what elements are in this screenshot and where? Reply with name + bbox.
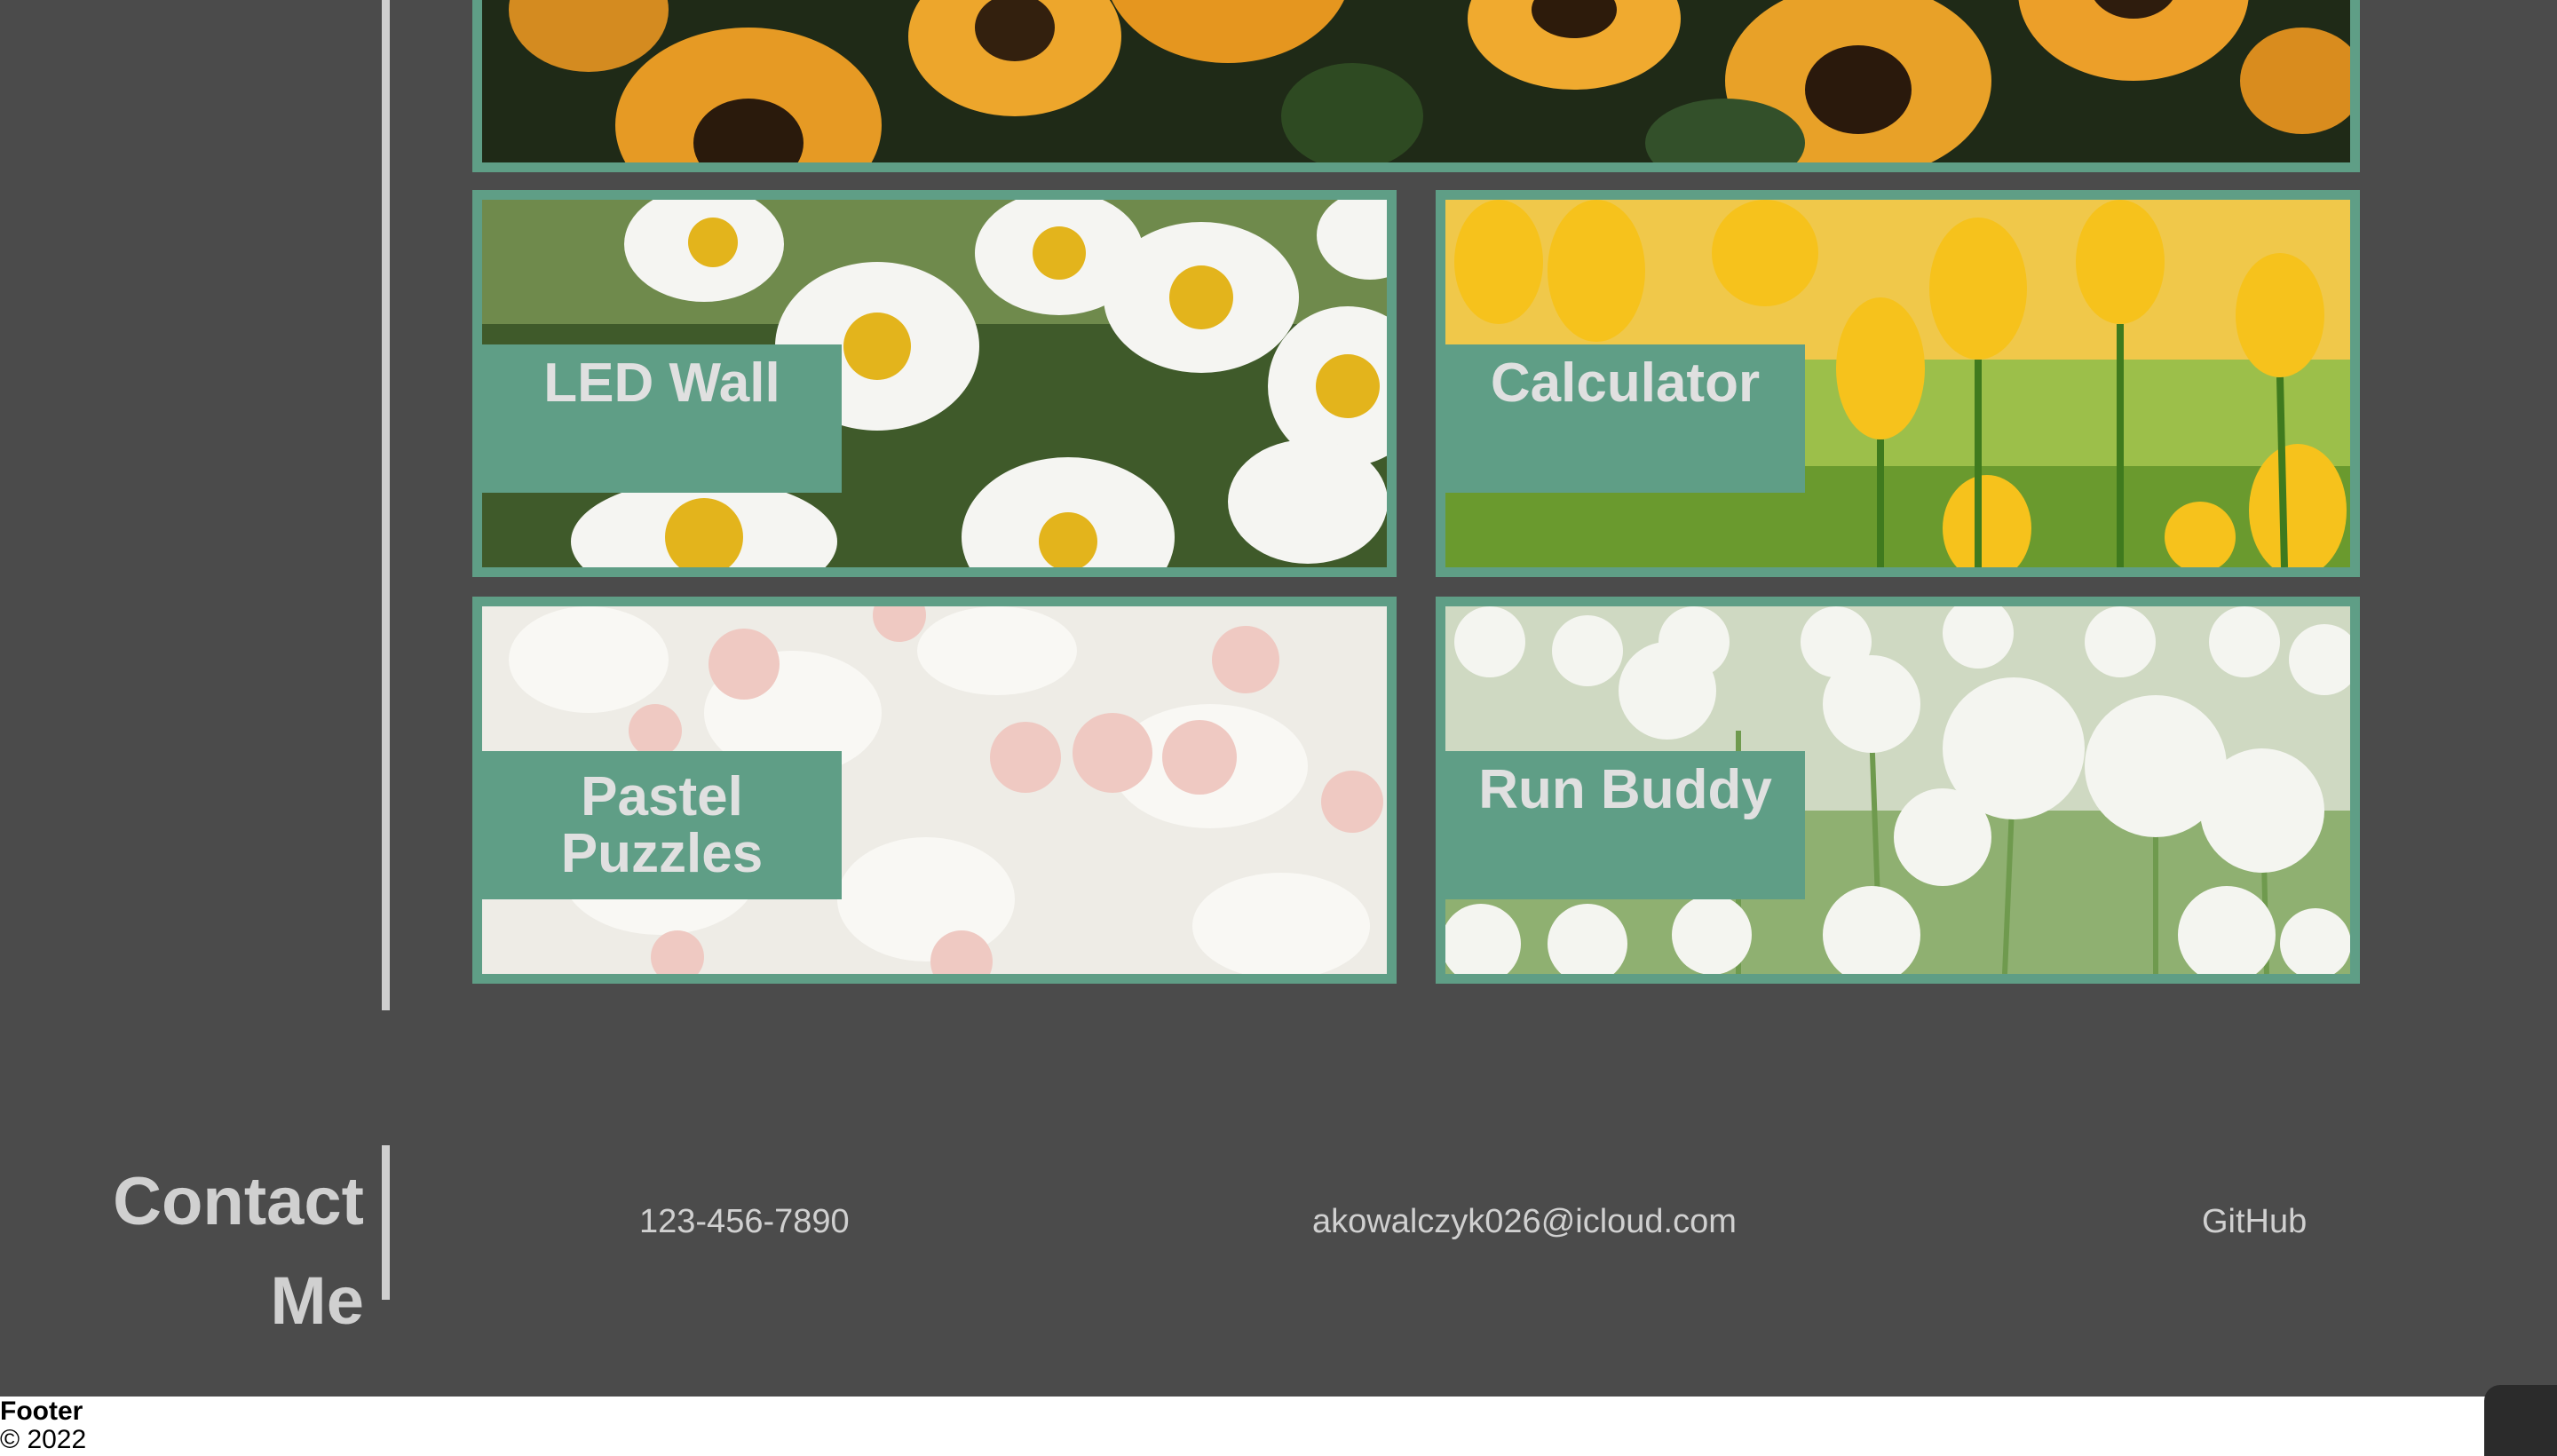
footer-copyright: © 2022 (0, 1425, 87, 1454)
contact-divider (382, 1145, 390, 1300)
project-card-led-wall[interactable]: LED Wall (472, 190, 1397, 577)
project-title-calculator[interactable]: Calculator (1445, 344, 1805, 493)
project-card-pastel-puzzles[interactable]: Pastel Puzzles (472, 597, 1397, 984)
project-card-run-buddy[interactable]: Run Buddy (1436, 597, 2360, 984)
sidebar-divider (382, 0, 390, 1010)
corner-widget[interactable] (2484, 1385, 2557, 1456)
project-card-calculator[interactable]: Calculator (1436, 190, 2360, 577)
contact-phone[interactable]: 123-456-7890 (639, 1200, 850, 1243)
contact-email[interactable]: akowalczyk026@icloud.com (1312, 1200, 1737, 1243)
project-title-pastel-puzzles[interactable]: Pastel Puzzles (482, 751, 842, 899)
contact-github-link[interactable]: GitHub (2202, 1200, 2307, 1243)
contact-heading: Contact Me (113, 1164, 364, 1339)
footer (0, 1397, 2557, 1456)
sunflowers-image (482, 0, 2350, 162)
project-title-led-wall[interactable]: LED Wall (482, 344, 842, 493)
project-title-run-buddy[interactable]: Run Buddy (1445, 751, 1805, 899)
hero-image-card (472, 0, 2360, 172)
footer-title: Footer (0, 1397, 83, 1426)
